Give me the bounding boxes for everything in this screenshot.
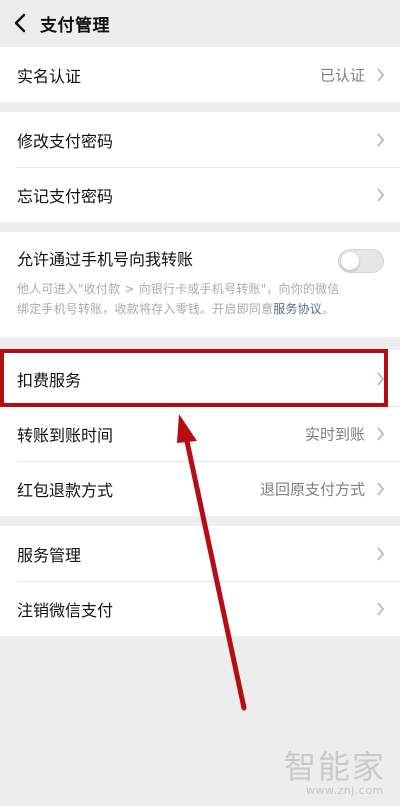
refund-method-value: 退回原支付方式 [259, 480, 365, 498]
phone-transfer-description: 他人可进入"收付款 > 向银行卡或手机号转账"，向你的微信 绑定手机号转账，收款… [17, 279, 383, 319]
transfer-time-value: 实时到账 [304, 425, 365, 443]
list-item-label: 实名认证 [17, 66, 82, 86]
watermark-logo: 智能家 [284, 748, 387, 786]
account-management-group: 服务管理 注销微信支付 [0, 526, 400, 636]
phone-transfer-toggle[interactable] [338, 249, 384, 273]
list-item-label: 修改支付密码 [17, 131, 114, 151]
list-item-label: 服务管理 [17, 545, 82, 565]
watermark-url: www.znj.com [306, 784, 384, 797]
list-item-red-packet-refund[interactable]: 红包退款方式 退回原支付方式 [0, 461, 400, 516]
list-item-label: 转账到账时间 [17, 425, 114, 445]
list-item-label: 红包退款方式 [17, 480, 114, 500]
list-item-cancel-wechat-pay[interactable]: 注销微信支付 [0, 581, 400, 636]
chevron-right-icon [377, 546, 385, 561]
list-item-label: 注销微信支付 [17, 600, 114, 620]
description-period: 。 [322, 302, 335, 316]
list-item-label: 允许通过手机号向我转账 [17, 250, 194, 269]
page-title: 支付管理 [40, 16, 110, 36]
chevron-right-icon [377, 187, 385, 202]
chevron-right-icon [377, 132, 385, 147]
service-agreement-link[interactable]: 服务协议 [273, 302, 322, 316]
list-item-service-management[interactable]: 服务管理 [0, 526, 400, 581]
header-bar: 支付管理 [0, 0, 400, 46]
chevron-right-icon [377, 67, 385, 82]
verified-status: 已认证 [319, 66, 365, 84]
chevron-right-icon [377, 481, 385, 496]
toggle-knob [341, 252, 359, 270]
description-text: 绑定手机号转账，收款将存入零钱。开启即同意 [17, 302, 274, 316]
list-item-real-name[interactable]: 实名认证 已认证 [0, 47, 400, 102]
identity-group: 实名认证 已认证 [0, 47, 400, 102]
chevron-right-icon [377, 601, 385, 616]
password-group: 修改支付密码 忘记支付密码 [0, 112, 400, 222]
chevron-left-icon[interactable] [12, 13, 30, 33]
highlight-box [0, 349, 388, 407]
list-item-transfer-time[interactable]: 转账到账时间 实时到账 [0, 406, 400, 461]
description-line-2: 绑定手机号转账，收款将存入零钱。开启即同意服务协议。 [17, 299, 383, 319]
list-item-label: 忘记支付密码 [17, 186, 114, 206]
list-item-forgot-password[interactable]: 忘记支付密码 [0, 167, 400, 222]
list-item-change-password[interactable]: 修改支付密码 [0, 112, 400, 167]
chevron-right-icon [377, 426, 385, 441]
description-line-1: 他人可进入"收付款 > 向银行卡或手机号转账"，向你的微信 [17, 282, 340, 296]
